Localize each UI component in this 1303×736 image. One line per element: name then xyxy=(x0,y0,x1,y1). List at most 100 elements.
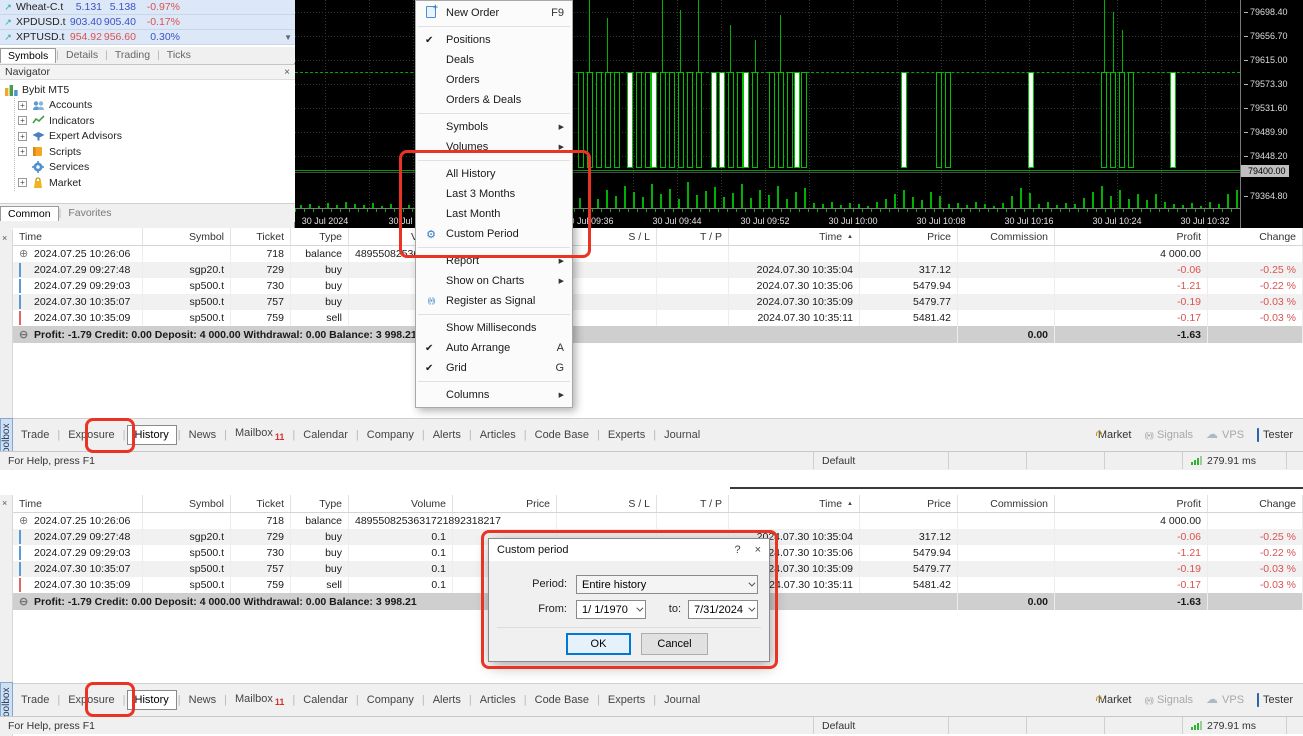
column-header-profit[interactable]: Profit xyxy=(1055,228,1208,245)
column-header-t-p[interactable]: T / P xyxy=(657,495,729,512)
column-header-type[interactable]: Type xyxy=(291,228,349,245)
menu-item-register-as-signal[interactable]: ((•))Register as Signal xyxy=(416,291,572,311)
column-header-volume[interactable]: Volume xyxy=(349,495,453,512)
status-profile[interactable]: Default xyxy=(813,452,948,469)
menu-item-volumes[interactable]: Volumes▶ xyxy=(416,137,572,157)
expand-icon[interactable]: + xyxy=(18,116,27,125)
tab-calendar[interactable]: Calendar xyxy=(296,691,355,709)
navigator-item-expert-advisors[interactable]: +Expert Advisors xyxy=(18,129,295,145)
menu-item-custom-period[interactable]: ⚙Custom Period xyxy=(416,224,572,244)
expand-icon[interactable]: + xyxy=(18,132,27,141)
expand-icon[interactable]: + xyxy=(18,178,27,187)
column-header-time[interactable]: Time▲ xyxy=(729,228,860,245)
close-icon[interactable]: × xyxy=(755,544,761,556)
menu-item-positions[interactable]: ✔Positions xyxy=(416,30,572,50)
column-header-symbol[interactable]: Symbol xyxy=(143,228,231,245)
dialog-titlebar[interactable]: Custom period ? × xyxy=(489,539,769,561)
status-grip[interactable] xyxy=(1286,717,1303,734)
panel-toggle-vps[interactable]: ☁VPS xyxy=(1206,694,1244,706)
symbol-row[interactable]: ↗XPDUSD.t903.40905.40-0.17% xyxy=(0,15,295,30)
panel-toggle-signals[interactable]: ((•))Signals xyxy=(1144,429,1193,441)
tab-exposure[interactable]: Exposure xyxy=(61,691,121,709)
column-header-commission[interactable]: Commission xyxy=(958,228,1055,245)
navigator-item-indicators[interactable]: +Indicators xyxy=(18,113,295,129)
tab-history[interactable]: History xyxy=(127,690,177,710)
tab-common[interactable]: Common xyxy=(0,206,59,221)
history-row[interactable]: 2024.07.30 10:35:07sp500.t757buy0.12024.… xyxy=(13,294,1303,310)
tab-news[interactable]: News xyxy=(182,426,224,444)
column-header-ticket[interactable]: Ticket xyxy=(231,228,291,245)
navigator-item-market[interactable]: +Market xyxy=(18,175,295,191)
tab-trade[interactable]: Trade xyxy=(14,426,56,444)
tab-experts[interactable]: Experts xyxy=(601,691,652,709)
menu-item-symbols[interactable]: Symbols▶ xyxy=(416,117,572,137)
tab-journal[interactable]: Journal xyxy=(657,691,707,709)
menu-item-deals[interactable]: Deals xyxy=(416,50,572,70)
panel-toggle-vps[interactable]: ☁VPS xyxy=(1206,429,1244,441)
tab-code-base[interactable]: Code Base xyxy=(528,691,596,709)
help-icon[interactable]: ? xyxy=(734,544,740,556)
column-header-time[interactable]: Time xyxy=(13,495,143,512)
column-header-symbol[interactable]: Symbol xyxy=(143,495,231,512)
from-date-picker[interactable]: 1/ 1/1970 xyxy=(576,600,646,619)
panel-toggle-signals[interactable]: ((•))Signals xyxy=(1144,694,1193,706)
column-header-profit[interactable]: Profit xyxy=(1055,495,1208,512)
menu-item-auto-arrange[interactable]: ✔Auto ArrangeA xyxy=(416,338,572,358)
menu-item-all-history[interactable]: All History xyxy=(416,164,572,184)
tab-journal[interactable]: Journal xyxy=(657,426,707,444)
tab-articles[interactable]: Articles xyxy=(473,426,523,444)
chart-price-scale[interactable]: 79698.4079656.7079615.0079573.3079531.60… xyxy=(1240,0,1303,230)
status-grip[interactable] xyxy=(1286,452,1303,469)
tab-favorites[interactable]: Favorites xyxy=(61,206,118,221)
panel-toggle-market[interactable]: Market xyxy=(1094,429,1132,441)
period-select[interactable]: Entire history xyxy=(576,575,758,594)
column-header-change[interactable]: Change xyxy=(1208,228,1303,245)
to-date-picker[interactable]: 7/31/2024 xyxy=(688,600,758,619)
column-header-t-p[interactable]: T / P xyxy=(657,228,729,245)
menu-item-show-milliseconds[interactable]: Show Milliseconds xyxy=(416,318,572,338)
close-icon[interactable]: × xyxy=(284,67,290,78)
menu-item-last-month[interactable]: Last Month xyxy=(416,204,572,224)
tab-alerts[interactable]: Alerts xyxy=(426,426,468,444)
menu-item-last-3-months[interactable]: Last 3 Months xyxy=(416,184,572,204)
tab-symbols[interactable]: Symbols xyxy=(0,48,56,63)
tab-company[interactable]: Company xyxy=(360,691,421,709)
history-row[interactable]: 2024.07.29 09:29:03sp500.t730buy0.12024.… xyxy=(13,278,1303,294)
column-header-price[interactable]: Price xyxy=(860,495,958,512)
column-header-price[interactable]: Price xyxy=(453,495,557,512)
menu-item-grid[interactable]: ✔GridG xyxy=(416,358,572,378)
menu-item-show-on-charts[interactable]: Show on Charts▶ xyxy=(416,271,572,291)
history-row[interactable]: ⊕2024.07.25 10:26:06718balance4895508253… xyxy=(13,246,1303,262)
tab-exposure[interactable]: Exposure xyxy=(61,426,121,444)
menu-item-columns[interactable]: Columns▶ xyxy=(416,385,572,405)
scroll-down-icon[interactable]: ▼ xyxy=(284,33,292,42)
tab-ticks[interactable]: Ticks xyxy=(160,48,198,63)
tab-articles[interactable]: Articles xyxy=(473,691,523,709)
tab-trade[interactable]: Trade xyxy=(14,691,56,709)
navigator-item-accounts[interactable]: +Accounts xyxy=(18,98,295,114)
tab-details[interactable]: Details xyxy=(59,48,105,63)
close-icon[interactable]: × xyxy=(2,233,7,243)
status-profile[interactable]: Default xyxy=(813,717,948,734)
menu-item-orders[interactable]: Orders xyxy=(416,70,572,90)
column-header-commission[interactable]: Commission xyxy=(958,495,1055,512)
symbol-row[interactable]: ↗XPTUSD.t954.92956.600.30% xyxy=(0,30,295,45)
close-icon[interactable]: × xyxy=(2,498,7,508)
tab-history[interactable]: History xyxy=(127,425,177,445)
panel-toggle-tester[interactable]: Tester xyxy=(1257,694,1293,706)
ok-button[interactable]: OK xyxy=(566,633,631,655)
tab-calendar[interactable]: Calendar xyxy=(296,426,355,444)
column-header-time[interactable]: Time▲ xyxy=(729,495,860,512)
panel-toggle-market[interactable]: Market xyxy=(1094,694,1132,706)
history-row[interactable]: ⊕2024.07.25 10:26:06718balance4895508253… xyxy=(13,513,1303,529)
column-header-type[interactable]: Type xyxy=(291,495,349,512)
menu-item-new-order[interactable]: New OrderF9 xyxy=(416,3,572,23)
menu-item-report[interactable]: Report▶ xyxy=(416,251,572,271)
tab-experts[interactable]: Experts xyxy=(601,426,652,444)
symbol-row[interactable]: ↗Wheat-C.t5.1315.138-0.97% xyxy=(0,0,295,15)
expand-icon[interactable]: + xyxy=(18,147,27,156)
column-header-change[interactable]: Change xyxy=(1208,495,1303,512)
column-header-time[interactable]: Time xyxy=(13,228,143,245)
tab-trading[interactable]: Trading xyxy=(108,48,157,63)
tab-company[interactable]: Company xyxy=(360,426,421,444)
